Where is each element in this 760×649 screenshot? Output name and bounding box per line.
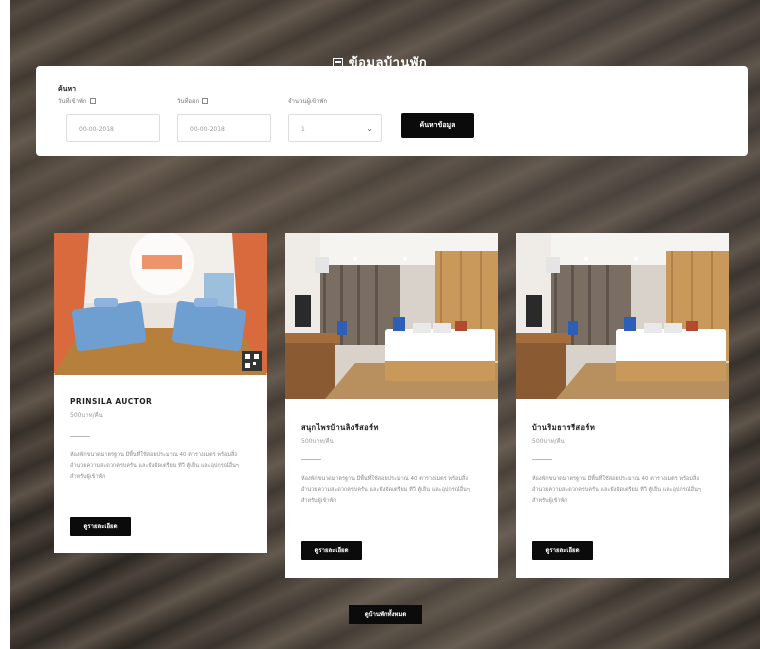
room-card-description: ห้องพักขนาดมาตรฐาน มีพื้นที่ใช้สอยประมาณ… [301, 476, 470, 504]
left-border [0, 0, 10, 649]
room-card-2: สนุกไพรบ้านลิงรีสอร์ท 500บาท/คืน ห้องพัก… [285, 233, 498, 578]
search-panel: ค้นหา วันที่เข้าพัก 00-00-2018 วันที่ออก… [36, 66, 748, 156]
room-card-title: สนุกไพรบ้านลิงรีสอร์ท [301, 423, 379, 432]
calendar-icon [89, 98, 96, 104]
guests-value: 1 [301, 126, 305, 133]
guests-label: จำนวนผู้เข้าพัก [288, 96, 327, 106]
checkin-label: วันที่เข้าพัก [58, 96, 96, 106]
room-card-1: PRINSILA AUCTOR 500บาท/คืน ห้องพักขนาดมา… [54, 233, 267, 553]
divider [301, 459, 321, 460]
checkout-field[interactable]: 00-00-2018 [177, 114, 271, 142]
room-card-title: บ้านริมธารรีสอร์ท [532, 423, 596, 432]
room-card-price: 500บาท/คืน [301, 438, 334, 445]
qr-code-icon [242, 351, 262, 371]
checkin-field[interactable]: 00-00-2018 [66, 114, 160, 142]
room-card-price: 500บาท/คืน [532, 438, 565, 445]
divider [70, 436, 90, 437]
chevron-down-icon: ⌄ [366, 124, 373, 133]
room-photo-2 [285, 233, 498, 399]
divider [532, 459, 552, 460]
room-card-title: PRINSILA AUCTOR [70, 397, 153, 406]
checkout-label-text: วันที่ออก [177, 98, 200, 105]
checkin-value: 00-00-2018 [79, 126, 114, 133]
room-card-3: บ้านริมธารรีสอร์ท 500บาท/คืน ห้องพักขนาด… [516, 233, 729, 578]
room-card-description: ห้องพักขนาดมาตรฐาน มีพื้นที่ใช้สอยประมาณ… [70, 452, 239, 480]
room-detail-button[interactable]: ดูรายละเอียด [532, 541, 593, 560]
search-button[interactable]: ค้นหาข้อมูล [401, 113, 474, 138]
guests-select[interactable]: 1 ⌄ [288, 114, 382, 142]
checkin-label-text: วันที่เข้าพัก [58, 98, 87, 105]
calendar-icon [202, 98, 209, 104]
guests-label-text: จำนวนผู้เข้าพัก [288, 98, 328, 105]
room-detail-button[interactable]: ดูรายละเอียด [70, 517, 131, 536]
room-card-price: 500บาท/คืน [70, 412, 103, 419]
room-detail-button[interactable]: ดูรายละเอียด [301, 541, 362, 560]
search-heading: ค้นหา [58, 85, 77, 93]
room-photo-3 [516, 233, 729, 399]
checkout-label: วันที่ออก [177, 96, 209, 106]
checkout-value: 00-00-2018 [190, 126, 225, 133]
room-photo-1 [54, 233, 267, 375]
room-card-description: ห้องพักขนาดมาตรฐาน มีพื้นที่ใช้สอยประมาณ… [532, 476, 701, 504]
view-all-button[interactable]: ดูบ้านพักทั้งหมด [349, 605, 422, 624]
